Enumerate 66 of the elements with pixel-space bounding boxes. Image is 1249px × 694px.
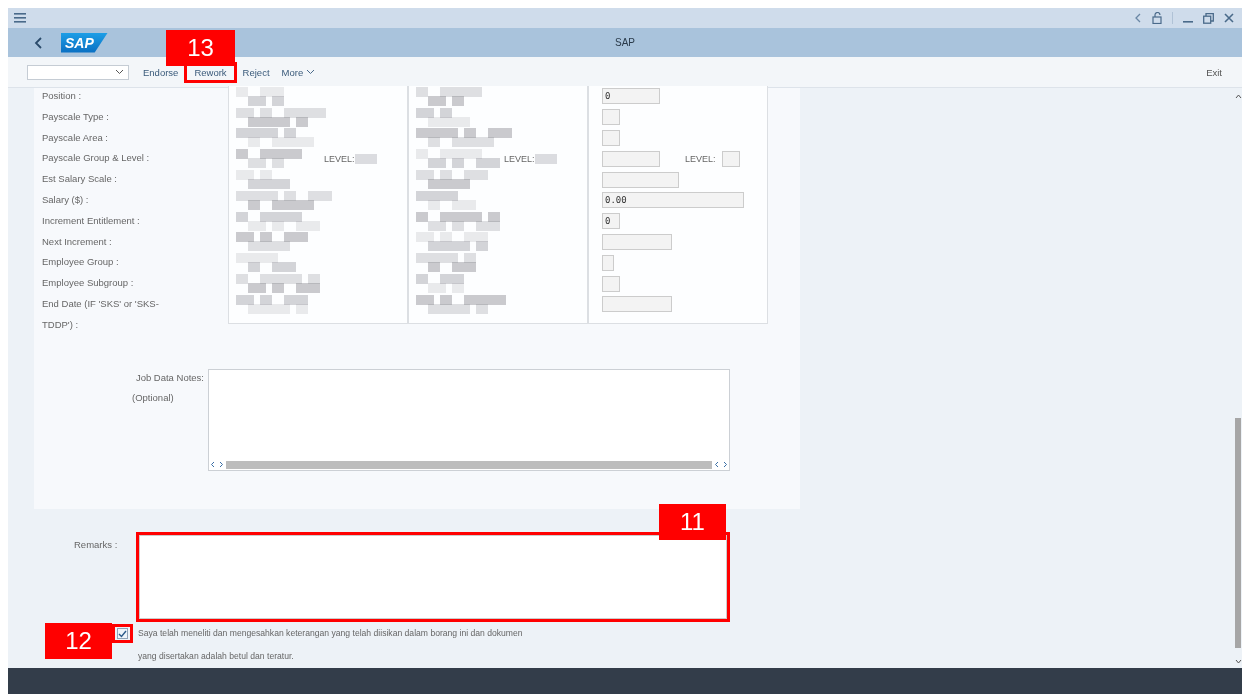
more-button[interactable]: More [275,62,322,82]
window-title: SAP [615,37,635,48]
pixelated-value [236,253,296,273]
toolbar-button[interactable]: Reject [236,62,276,82]
pixelated-value [535,153,557,164]
chevron-down-icon [115,69,124,75]
callout-badge: 13 [166,30,235,66]
back-icon[interactable] [34,36,43,49]
dropdown-field[interactable] [27,64,129,80]
back-icon[interactable] [1134,13,1142,23]
pixelated-value [416,86,482,106]
input-field[interactable] [602,296,672,313]
field-label: Payscale Type : [42,109,109,124]
hint-text: (Optional) [132,390,174,405]
pixelated-value [236,232,308,252]
field-label: Increment Entitlement : [42,213,140,228]
pixelated-value [236,149,302,169]
menu-icon[interactable] [14,13,26,23]
exit-button[interactable]: Exit [1200,62,1228,82]
scrollbar-thumb[interactable] [1235,418,1241,648]
field-label: Position : [42,89,82,103]
field-label: Payscale Group & Level : [42,151,150,166]
pixelated-value [416,253,476,273]
pixelated-value [416,190,476,210]
scroll-arrows-icon[interactable] [210,461,224,469]
sap-logo: SAP [61,32,108,53]
field-label: End Date (IF 'SKS' or 'SKS-TDDP') : [42,296,160,332]
input-field[interactable] [602,109,620,126]
toolbar-button[interactable]: Rework [187,64,234,80]
level-label: LEVEL: [324,153,355,164]
restore-icon[interactable] [1203,12,1214,24]
checkbox[interactable] [117,628,128,639]
input-field[interactable]: 0 [602,88,660,105]
scrollbar-thumb[interactable] [226,460,712,469]
field-label: Employee Subgroup : [42,276,134,291]
field-label: Est Salary Scale : [42,172,117,187]
pixelated-value [416,232,488,252]
pixelated-value [416,170,488,190]
field-label: Employee Group : [42,255,119,270]
input-field[interactable] [602,233,672,250]
scroll-up-icon[interactable] [1234,94,1242,99]
level-label: LEVEL: [685,153,716,164]
input-field[interactable] [602,150,660,167]
field-label: Job Data Notes: [135,370,204,385]
input-field[interactable] [602,275,620,292]
close-icon[interactable] [1224,13,1234,23]
input-field[interactable]: 0.00 [602,192,744,209]
pixelated-value [355,153,377,164]
field-label: Salary ($) : [42,193,89,207]
input-field[interactable]: 0 [602,213,620,230]
lock-icon[interactable] [1152,12,1162,24]
input-field[interactable] [602,254,614,271]
field-label: Next Increment : [42,234,112,249]
level-label: LEVEL: [504,153,535,164]
callout-badge: 12 [45,623,112,659]
input-field[interactable] [602,130,620,146]
scroll-down-icon[interactable] [1234,659,1242,664]
input-field[interactable] [721,150,740,167]
pixelated-value [236,294,308,314]
callout-badge: 11 [659,504,726,540]
input-field[interactable] [602,171,679,188]
declaration-text: Saya telah meneliti dan mengesahkan keterangan yang telah diisikan dalam borang ini dan dokumen yang disertakan adalah betul dan teratur. [138,627,524,663]
field-label: Remarks : [74,538,119,552]
field-label: Payscale Area : [42,130,108,145]
scroll-arrows-icon[interactable] [714,461,728,469]
chevron-down-icon [306,69,316,75]
